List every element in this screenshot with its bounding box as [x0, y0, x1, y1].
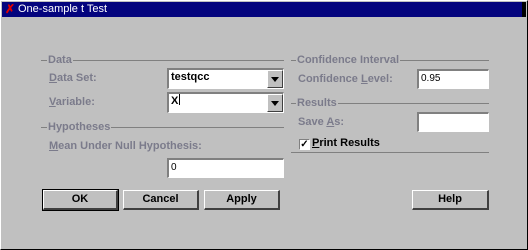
one-sample-t-test-dialog: ✗ One-sample t Test Data Data Set: testq… [0, 0, 528, 250]
title-bar-edge [522, 2, 526, 17]
window-title: One-sample t Test [18, 3, 108, 15]
print-results-label-text: rint Results [319, 137, 380, 149]
save-as-label-text: s: [334, 116, 345, 128]
confidence-level-label: Confidence Level: [298, 73, 393, 85]
ok-button[interactable]: OK [42, 189, 119, 211]
chevron-down-icon [271, 77, 279, 82]
variable-label: Variable: [49, 96, 95, 108]
confidence-level-label-hotkey: L [360, 73, 368, 85]
data-group-frame [41, 60, 284, 61]
save-as-label: Save As: [298, 116, 344, 128]
help-button[interactable]: Help [412, 190, 489, 210]
cancel-button[interactable]: Cancel [123, 190, 199, 210]
variable-value: X [171, 95, 179, 107]
title-bar[interactable]: ✗ One-sample t Test [2, 2, 526, 17]
print-results-checkbox[interactable]: ✓ [299, 139, 310, 150]
variable-dropdown-button[interactable] [267, 94, 283, 112]
mean-null-label: Mean Under Null Hypothesis: [49, 140, 202, 152]
confidence-level-label-text: evel: [367, 73, 393, 85]
variable-label-text: ariable: [55, 96, 95, 108]
data-set-label-hotkey: D [49, 72, 57, 84]
confidence-group-label: Confidence Interval [296, 54, 401, 66]
print-results-label[interactable]: Print Results [312, 137, 380, 149]
chevron-down-icon [271, 101, 279, 106]
apply-button[interactable]: Apply [204, 190, 280, 210]
text-cursor [179, 94, 181, 105]
data-set-combobox[interactable]: testqcc [167, 68, 284, 89]
save-as-label-pre: Save [298, 116, 327, 128]
variable-combobox[interactable]: X [167, 92, 284, 113]
close-x-icon[interactable]: ✗ [4, 2, 16, 17]
results-group-bottom-line [291, 152, 489, 153]
mean-null-label-hotkey: M [49, 140, 59, 152]
mean-null-input[interactable]: 0 [167, 158, 284, 178]
hypotheses-group-label: Hypotheses [47, 121, 112, 133]
data-set-dropdown-button[interactable] [267, 70, 283, 88]
mean-null-label-text: ean Under Null Hypothesis: [58, 140, 202, 152]
results-group-label: Results [296, 97, 338, 109]
variable-label-hotkey: V [49, 96, 56, 108]
data-set-label: Data Set: [49, 72, 97, 84]
data-set-label-text: ata Set: [56, 72, 97, 84]
confidence-level-label-pre: Confidence [298, 73, 361, 85]
data-group-label: Data [47, 54, 73, 66]
data-set-value: testqcc [171, 71, 210, 83]
confidence-level-input[interactable]: 0.95 [417, 69, 489, 89]
save-as-input[interactable] [417, 112, 489, 132]
